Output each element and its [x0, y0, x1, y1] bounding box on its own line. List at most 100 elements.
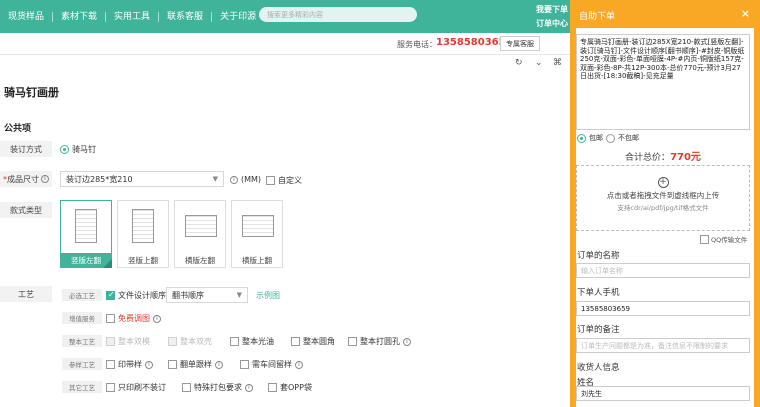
reorder-sample-checkbox[interactable]: 翻单跟样 i — [168, 359, 223, 370]
craft-label: 工艺 — [0, 286, 52, 302]
refresh-icon[interactable]: ↻ — [515, 58, 523, 68]
workshop-sample-checkbox[interactable]: 需车间留样 i — [240, 359, 303, 370]
note-input[interactable]: 订单生产问题都是为准，备注信息不限制的要求 — [576, 338, 750, 353]
checkbox-icon[interactable] — [106, 360, 115, 369]
required-craft-label: 必选工艺 — [62, 289, 102, 301]
checkbox-icon[interactable] — [230, 337, 239, 346]
whole-craft-label: 整本工艺 — [62, 335, 102, 347]
nav-item-samples[interactable]: 现货样品 — [0, 11, 54, 22]
example-image-link[interactable]: 示例图 — [256, 290, 280, 301]
search-input[interactable]: 搜索更多精彩内容 — [259, 7, 417, 22]
size-select[interactable]: 装订边285*宽210 ▼ — [60, 171, 224, 187]
size-label: * 成品尺寸 i — [0, 171, 52, 187]
page-thumbnail-icon — [242, 215, 274, 237]
checkbox-icon[interactable] — [106, 337, 115, 346]
plus-icon: + — [657, 177, 669, 188]
radio-icon[interactable] — [606, 133, 615, 143]
checkbox-icon[interactable] — [182, 383, 191, 392]
order-summary-textarea[interactable]: 专属骑马钉画册-装订边285X宽210-款式[竖版左翻]-装订[骑马钉]-文件设… — [576, 34, 750, 130]
print-sample-checkbox[interactable]: 印带样 i — [106, 359, 153, 370]
checkbox-icon[interactable] — [266, 176, 275, 185]
whole-double-shell-checkbox[interactable]: 整本双壳 — [168, 336, 212, 347]
layout-label: 款式类型 — [0, 202, 52, 218]
page-thumbnail-icon — [185, 215, 217, 237]
sample-craft-label: 参样工艺 — [62, 358, 102, 370]
binding-label: 装订方式 — [0, 141, 52, 157]
layout-card-landscape-top[interactable]: 横版上翻 — [231, 200, 283, 268]
layout-card-portrait-left[interactable]: 竖版左翻 — [60, 200, 112, 268]
order-center-link[interactable]: 订单中心 — [526, 17, 568, 31]
info-icon: i — [245, 383, 253, 392]
nav-item-tools[interactable]: 实用工具 — [106, 11, 160, 22]
nav-item-about[interactable]: 关于印源 — [212, 12, 264, 22]
exclusive-service-button[interactable]: 专属客服 — [500, 36, 540, 51]
special-pack-checkbox[interactable]: 特殊打包要求 i — [182, 382, 253, 393]
opp-bag-checkbox[interactable]: 套OPP袋 — [268, 382, 312, 393]
other-craft-label: 其它工艺 — [62, 381, 102, 393]
page-thumbnail-icon — [132, 209, 154, 243]
service-bar: 服务电话： 13585803659 专属客服 — [0, 33, 570, 55]
layout-card-landscape-left[interactable]: 横版左翻 — [174, 200, 226, 268]
top-right-links: 我要下单 订单中心 — [526, 3, 568, 31]
radio-selected-icon[interactable] — [577, 133, 586, 143]
info-icon: i — [145, 360, 153, 369]
phone-input[interactable]: 13585803659 — [576, 301, 750, 316]
info-icon: i — [230, 175, 238, 184]
page-title: 骑马钉画册 — [4, 86, 59, 99]
panel-title: 自助下单 — [579, 12, 616, 22]
selected-corner-icon — [103, 259, 112, 268]
order-panel: 自助下单 × 专属骑马钉画册-装订边285X宽210-款式[竖版左翻]-装订[骑… — [570, 0, 760, 407]
checkbox-icon[interactable] — [240, 360, 249, 369]
qq-transfer-checkbox[interactable]: QQ传输文件 — [700, 234, 747, 244]
order-name-input[interactable]: 输入订单名称 — [576, 263, 750, 278]
info-icon: i — [295, 360, 303, 369]
expand-icon[interactable]: ⌘ — [553, 58, 562, 68]
phone-label: 下单人手机 — [577, 288, 620, 298]
info-icon: i — [215, 360, 223, 369]
checkbox-icon[interactable] — [106, 314, 115, 323]
whole-round-corner-checkbox[interactable]: 整本圆角 — [291, 336, 335, 347]
whole-gloss-checkbox[interactable]: 整本光油 — [230, 336, 274, 347]
close-icon[interactable]: × — [741, 7, 750, 20]
radio-selected-icon[interactable] — [60, 145, 69, 154]
layout-card-portrait-top[interactable]: 竖版上翻 — [117, 200, 169, 268]
print-only-checkbox[interactable]: 只印刷不装订 — [106, 382, 166, 393]
binding-option[interactable]: 骑马钉 — [60, 144, 96, 155]
checkbox-icon[interactable] — [700, 234, 709, 244]
checkbox-icon[interactable] — [268, 383, 277, 392]
free-retouch-checkbox[interactable]: 免费调图 i — [106, 313, 161, 324]
info-icon: i — [403, 337, 411, 346]
order-name-label: 订单的名称 — [577, 251, 620, 261]
custom-size-checkbox[interactable]: 自定义 — [266, 175, 302, 186]
whole-double-film-checkbox[interactable]: 整本双模 — [106, 336, 150, 347]
checkbox-checked-icon[interactable] — [106, 290, 115, 300]
checkbox-icon[interactable] — [168, 360, 177, 369]
file-upload-dropzone[interactable]: + 点击或者拖拽文件到虚线框内上传 支持cdr/ai/pdf/jpg/tif格式… — [576, 165, 750, 231]
design-order-checkbox[interactable]: 文件设计顺序 — [106, 290, 166, 301]
upload-formats: 支持cdr/ai/pdf/jpg/tif格式文件 — [617, 204, 709, 212]
quick-order-link[interactable]: 我要下单 — [526, 3, 568, 17]
upload-hint: 点击或者拖拽文件到虚线框内上传 — [606, 191, 720, 200]
panel-body: 专属骑马钉画册-装订边285X宽210-款式[竖版左翻]-装订[骑马钉]-文件设… — [576, 28, 754, 407]
info-icon: i — [41, 175, 49, 183]
total-price: 合计总价：770元 — [625, 152, 701, 163]
nav-item-downloads[interactable]: 素材下载 — [53, 11, 107, 22]
name-input[interactable]: 刘先生 — [576, 386, 750, 401]
checkbox-icon[interactable] — [168, 337, 177, 346]
chevron-down-icon[interactable]: ⌄ — [535, 58, 543, 68]
note-label: 订单的备注 — [577, 325, 620, 335]
page-order-select[interactable]: 翻书顺序 ▼ — [166, 287, 248, 303]
service-label: 服务电话： — [397, 40, 437, 49]
info-icon: i — [153, 314, 161, 323]
value-add-label: 增值服务 — [62, 312, 102, 324]
checkbox-icon[interactable] — [348, 337, 357, 346]
nav-item-support[interactable]: 联系客服 — [159, 11, 213, 22]
checkbox-icon[interactable] — [291, 337, 300, 346]
whole-hole-punch-checkbox[interactable]: 整本打圆孔 i — [348, 336, 411, 347]
chevron-down-icon: ▼ — [236, 291, 242, 299]
receiver-label: 收货人信息 — [577, 363, 620, 373]
section-title: 公共项 — [4, 124, 32, 134]
unit-text: i (MM) — [230, 175, 261, 184]
checkbox-icon[interactable] — [106, 383, 115, 392]
main-nav: 现货样品 素材下载 实用工具 联系客服 关于印源 — [0, 0, 264, 33]
